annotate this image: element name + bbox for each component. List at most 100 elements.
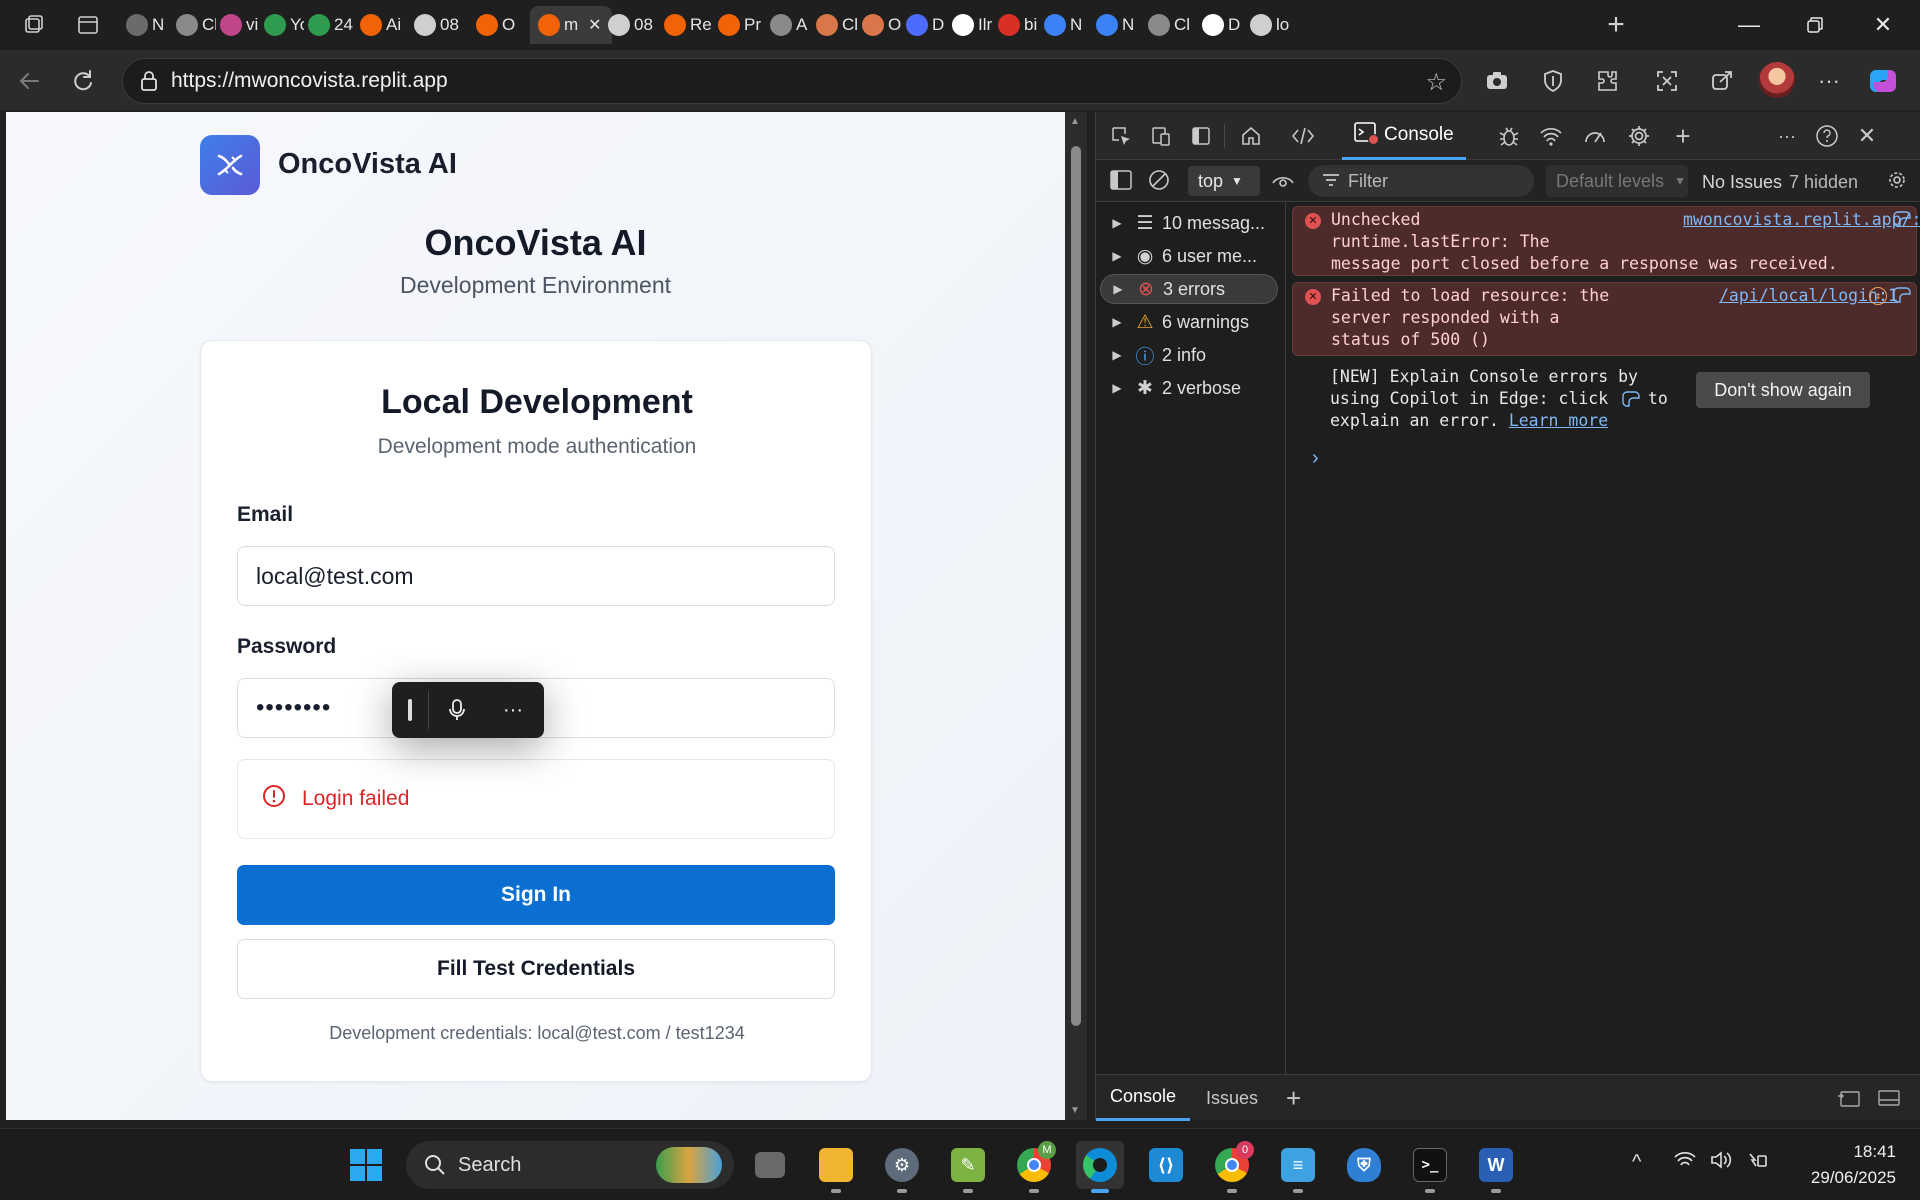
close-window-button[interactable]: ✕ — [1852, 0, 1914, 50]
notepad-button[interactable]: ≡ — [1274, 1141, 1322, 1193]
address-bar[interactable]: https://mwoncovista.replit.app ☆ — [122, 58, 1462, 104]
dock-drawer-icon[interactable] — [1832, 1082, 1866, 1114]
log-levels-dropdown[interactable]: Default levels ▼ — [1546, 165, 1688, 197]
sidebar-item-user[interactable]: ▶ ◉ 6 user me... — [1100, 241, 1278, 271]
more-options-icon[interactable]: ··· — [1812, 64, 1846, 98]
drag-handle[interactable] — [392, 699, 428, 721]
browser-tab[interactable]: Cl — [176, 6, 216, 44]
browser-tab[interactable]: O — [476, 6, 526, 44]
sidebar-item-error[interactable]: ▶ ⊗ 3 errors — [1100, 274, 1278, 304]
expand-triangle-icon[interactable]: ▶ — [1106, 249, 1128, 263]
browser-tab[interactable]: bi — [998, 6, 1040, 44]
expand-triangle-icon[interactable]: ▶ — [1106, 348, 1128, 362]
browser-tab[interactable]: N — [126, 6, 172, 44]
clear-console-icon[interactable] — [1142, 164, 1176, 196]
source-link[interactable]: mwoncovista.replit.app/:1 — [1683, 209, 1920, 231]
welcome-home-icon[interactable] — [1234, 120, 1268, 152]
new-tab-button[interactable]: + — [1598, 8, 1634, 42]
console-filter-input[interactable]: Filter — [1308, 165, 1534, 197]
favorite-star-icon[interactable]: ☆ — [1425, 68, 1447, 97]
dock-side-icon[interactable] — [1184, 120, 1218, 152]
drawer-tab-issues[interactable]: Issues — [1192, 1075, 1272, 1121]
expand-triangle-icon[interactable]: ▶ — [1107, 282, 1129, 296]
performance-gauge-icon[interactable] — [1578, 120, 1612, 152]
sidebar-item-list[interactable]: ▶ ☰ 10 messag... — [1100, 208, 1278, 238]
profile-avatar[interactable] — [1757, 60, 1797, 100]
browser-tab[interactable]: lo — [1250, 6, 1298, 44]
word-button[interactable]: W — [1472, 1141, 1520, 1193]
browser-tab[interactable]: 08 — [608, 6, 660, 44]
start-button[interactable] — [342, 1141, 390, 1189]
devtools-menu-icon[interactable]: ··· — [1770, 120, 1804, 152]
issues-count[interactable]: No Issues — [1702, 172, 1782, 193]
browser-tab[interactable]: Yo — [264, 6, 304, 44]
vscode-button[interactable]: ⟨⟩ — [1142, 1141, 1190, 1189]
close-drawer-icon[interactable] — [1872, 1082, 1906, 1114]
shield-icon[interactable] — [1536, 64, 1570, 98]
browser-tab[interactable]: O — [862, 6, 902, 44]
chrome-profile-m-button[interactable]: M — [1010, 1141, 1058, 1193]
browser-tab[interactable]: Ai — [360, 6, 410, 44]
browser-tab[interactable]: vi — [220, 6, 260, 44]
close-tab-icon[interactable]: ✕ — [588, 15, 601, 35]
help-icon[interactable] — [1810, 120, 1844, 152]
copilot-icon[interactable] — [1866, 64, 1900, 98]
expand-triangle-icon[interactable]: ▶ — [1106, 381, 1128, 395]
sign-in-button[interactable]: Sign In — [237, 865, 835, 925]
extensions-icon[interactable] — [1590, 64, 1624, 98]
web-capture-icon[interactable] — [1650, 64, 1684, 98]
browser-tab[interactable]: Cl — [1148, 6, 1196, 44]
browser-tab[interactable]: 08 — [414, 6, 472, 44]
settings-app-button[interactable]: ⚙ — [878, 1141, 926, 1193]
terminal-button[interactable]: >_ — [1406, 1141, 1454, 1193]
browser-tab[interactable]: Cl — [816, 6, 858, 44]
expand-triangle-icon[interactable]: ▶ — [1106, 315, 1128, 329]
lock-icon[interactable] — [139, 70, 159, 97]
inspect-element-icon[interactable] — [1104, 120, 1138, 152]
more-tools-plus-icon[interactable]: + — [1666, 120, 1700, 152]
volume-icon[interactable] — [1710, 1151, 1732, 1175]
copilot-explain-icon[interactable] — [1893, 210, 1913, 234]
fill-test-credentials-button[interactable]: Fill Test Credentials — [237, 939, 835, 999]
screenshot-icon[interactable] — [1480, 64, 1514, 98]
chrome-button[interactable]: 0 — [1208, 1141, 1256, 1193]
copilot-explain-icon[interactable] — [1893, 286, 1913, 310]
email-field[interactable]: local@test.com — [237, 546, 835, 606]
drawer-add-tab-icon[interactable]: + — [1272, 1075, 1315, 1121]
sidebar-item-info[interactable]: ▶ ⓘ 2 info — [1100, 340, 1278, 370]
expand-triangle-icon[interactable]: ▶ — [1106, 216, 1128, 230]
learn-more-link[interactable]: Learn more — [1509, 411, 1608, 430]
settings-gear-icon[interactable] — [1622, 120, 1656, 152]
microphone-icon[interactable] — [429, 698, 485, 722]
close-devtools-icon[interactable]: ✕ — [1850, 120, 1884, 152]
system-clock[interactable]: 18:41 29/06/2025 — [1811, 1139, 1896, 1191]
show-hidden-icons-chevron-icon[interactable]: ^ — [1632, 1151, 1641, 1174]
sources-bug-icon[interactable] — [1492, 120, 1526, 152]
sidebar-item-warning[interactable]: ▶ ⚠ 6 warnings — [1100, 307, 1278, 337]
share-icon[interactable] — [1705, 64, 1739, 98]
elements-code-icon[interactable] — [1286, 120, 1320, 152]
wifi-icon[interactable] — [1674, 1151, 1696, 1175]
drawer-tab-console[interactable]: Console — [1096, 1075, 1191, 1121]
browser-tab[interactable]: A — [770, 6, 812, 44]
console-prompt-chevron-icon[interactable]: › — [1312, 447, 1319, 470]
scroll-up-icon[interactable]: ▲ — [1070, 116, 1080, 127]
console-settings-gear-icon[interactable] — [1880, 164, 1914, 196]
toggle-sidebar-icon[interactable] — [1104, 164, 1138, 196]
scrollbar-thumb[interactable] — [1071, 146, 1081, 1026]
restore-button[interactable] — [1784, 0, 1846, 50]
browser-tab[interactable]: D — [1202, 6, 1246, 44]
browser-tab[interactable]: Pr — [718, 6, 766, 44]
page-scrollbar[interactable]: ▲ ▼ — [1065, 112, 1087, 1120]
more-icon[interactable]: ··· — [485, 699, 541, 722]
scroll-down-icon[interactable]: ▼ — [1070, 1105, 1080, 1116]
sidebar-item-bug[interactable]: ▶ ✱ 2 verbose — [1100, 373, 1278, 403]
dont-show-again-button[interactable]: Don't show again — [1696, 372, 1870, 408]
back-icon[interactable] — [12, 64, 46, 98]
battery-charging-icon[interactable] — [1746, 1151, 1768, 1175]
task-view-button[interactable] — [746, 1141, 794, 1189]
refresh-icon[interactable] — [66, 64, 100, 98]
notepad-plus-button[interactable]: ✎ — [944, 1141, 992, 1193]
tab-actions-icon[interactable] — [70, 8, 106, 42]
workspaces-icon[interactable] — [16, 8, 52, 42]
